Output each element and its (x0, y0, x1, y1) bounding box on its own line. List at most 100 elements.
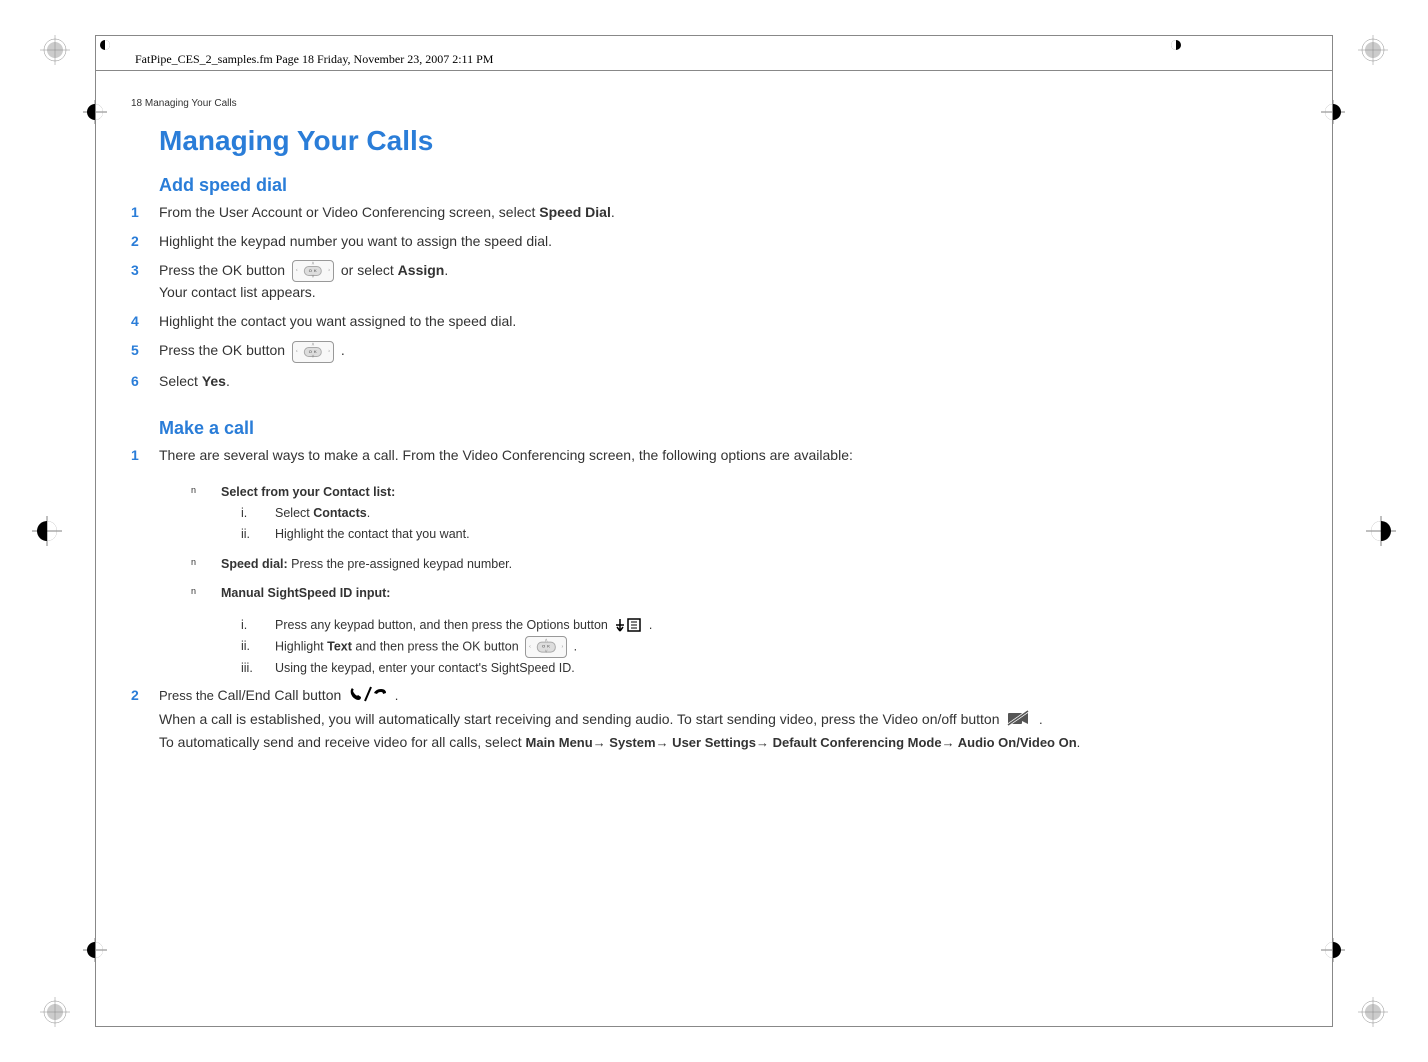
step-body: Press the OK button ˄˅‹› . (159, 340, 1291, 362)
step-number: 3 (131, 260, 159, 303)
step-number: 2 (131, 231, 159, 252)
text: Using the keypad, enter your contact's S… (275, 658, 575, 679)
text: . (1077, 735, 1081, 750)
step-body: From the User Account or Video Conferenc… (159, 202, 1291, 223)
bold-text: Contacts (313, 506, 366, 520)
text: Press any keypad button, and then press … (275, 618, 611, 632)
text: . (337, 342, 345, 358)
text: Select (159, 373, 202, 389)
menu-path: Audio On/Video On (955, 735, 1077, 750)
sub-mark: i. (241, 503, 275, 524)
text: and then press the OK button (352, 639, 522, 653)
sub-mark: iii. (241, 658, 275, 679)
bullet-marker: n (191, 556, 221, 574)
step-number: 1 (131, 445, 159, 466)
crop-line (95, 70, 1333, 71)
sub-mark: ii. (241, 524, 275, 545)
sub-manual-iii: iii. Using the keypad, enter your contac… (241, 658, 1291, 679)
bullet-contact-list: n Select from your Contact list: (191, 484, 1291, 502)
reg-mark-tl (40, 35, 70, 65)
step-body: Highlight the contact you want assigned … (159, 311, 1291, 332)
menu-path: User Settings (669, 735, 756, 750)
arrow-icon: → (656, 735, 669, 750)
reg-mark-tr (1358, 35, 1388, 65)
text: Call/End Call button (218, 687, 346, 703)
text: . (367, 506, 370, 520)
heading-add-speed-dial: Add speed dial (159, 175, 1291, 196)
text: When a call is established, you will aut… (159, 711, 1003, 727)
step-2: 2 Highlight the keypad number you want t… (131, 231, 1291, 252)
text: Press the OK button (159, 262, 289, 278)
text: Press the (159, 688, 218, 703)
step-6: 6 Select Yes. (131, 371, 1291, 392)
sub-mark: i. (241, 615, 275, 636)
arrow-icon: → (756, 735, 769, 750)
bold-text: Yes (202, 373, 226, 389)
text: From the User Account or Video Conferenc… (159, 204, 539, 220)
text: or select (337, 262, 398, 278)
step-body: Press the Call/End Call button . When a … (159, 685, 1291, 753)
step-body: There are several ways to make a call. F… (159, 445, 1291, 466)
text: . (611, 204, 615, 220)
bullet-marker: n (191, 585, 221, 603)
step-number: 4 (131, 311, 159, 332)
crop-header: FatPipe_CES_2_samples.fm Page 18 Friday,… (135, 52, 493, 67)
arrow-icon: → (593, 735, 606, 750)
bullet-speed-dial: n Speed dial: Press the pre-assigned key… (191, 556, 1291, 574)
bold-text: Manual SightSpeed ID input: (221, 586, 390, 600)
step-number: 5 (131, 340, 159, 362)
options-button-icon (614, 617, 642, 633)
make-call-step-2: 2 Press the Call/End Call button . When … (131, 685, 1291, 753)
text: Select (275, 506, 313, 520)
bold-text: Speed Dial (539, 204, 611, 220)
sub-ii: ii. Highlight the contact that you want. (241, 524, 1291, 545)
text: To automatically send and receive video … (159, 734, 526, 750)
text: Press the pre-assigned keypad number. (288, 557, 512, 571)
bullet-marker: n (191, 484, 221, 502)
call-end-call-icon (348, 685, 388, 709)
text: . (1039, 712, 1043, 727)
running-header: 18 Managing Your Calls (131, 98, 237, 109)
step-4: 4 Highlight the contact you want assigne… (131, 311, 1291, 332)
step-number: 6 (131, 371, 159, 392)
ok-button-icon: ˄˅‹› (292, 341, 334, 363)
sub-manual-i: i. Press any keypad button, and then pre… (241, 615, 1291, 636)
reg-mark-bl (40, 997, 70, 1027)
ok-button-icon: ˄˅‹› (292, 260, 334, 282)
reg-mark-br (1358, 997, 1388, 1027)
text: Highlight the contact that you want. (275, 524, 470, 545)
step-5: 5 Press the OK button ˄˅‹› . (131, 340, 1291, 362)
video-on-off-icon (1006, 709, 1032, 733)
menu-path: Main Menu (526, 735, 593, 750)
text: Press the OK button (159, 342, 289, 358)
bold-text: Speed dial: (221, 557, 288, 571)
menu-path: System (606, 735, 656, 750)
sub-i: i. Select Contacts. (241, 503, 1291, 524)
reg-mark-left (32, 516, 62, 546)
step-number: 2 (131, 685, 159, 753)
step-number: 1 (131, 202, 159, 223)
text: Your contact list appears. (159, 284, 316, 300)
step-body: Press the OK button ˄˅‹› or select Assig… (159, 260, 1291, 303)
heading-make-call: Make a call (159, 418, 1291, 439)
make-call-step-1: 1 There are several ways to make a call.… (131, 445, 1291, 466)
sub-manual-ii: ii. Highlight Text and then press the OK… (241, 636, 1291, 658)
text: . (649, 618, 652, 632)
text: . (395, 688, 399, 703)
ok-button-icon: ˄˅‹› (525, 636, 567, 658)
arrow-icon: → (942, 735, 955, 750)
step-body: Select Yes. (159, 371, 1291, 392)
bold-text: Select from your Contact list: (221, 485, 395, 499)
page-title: Managing Your Calls (159, 125, 1291, 157)
text: Highlight (275, 639, 327, 653)
page-content: Managing Your Calls Add speed dial 1 Fro… (131, 125, 1291, 761)
text: . (226, 373, 230, 389)
reg-mark-right (1366, 516, 1396, 546)
bullet-manual: n Manual SightSpeed ID input: (191, 585, 1291, 603)
text: . (444, 262, 448, 278)
bold-text: Assign (398, 262, 445, 278)
sub-mark: ii. (241, 636, 275, 658)
step-body: Highlight the keypad number you want to … (159, 231, 1291, 252)
text: . (570, 639, 577, 653)
menu-path: Default Conferencing Mode (769, 735, 942, 750)
